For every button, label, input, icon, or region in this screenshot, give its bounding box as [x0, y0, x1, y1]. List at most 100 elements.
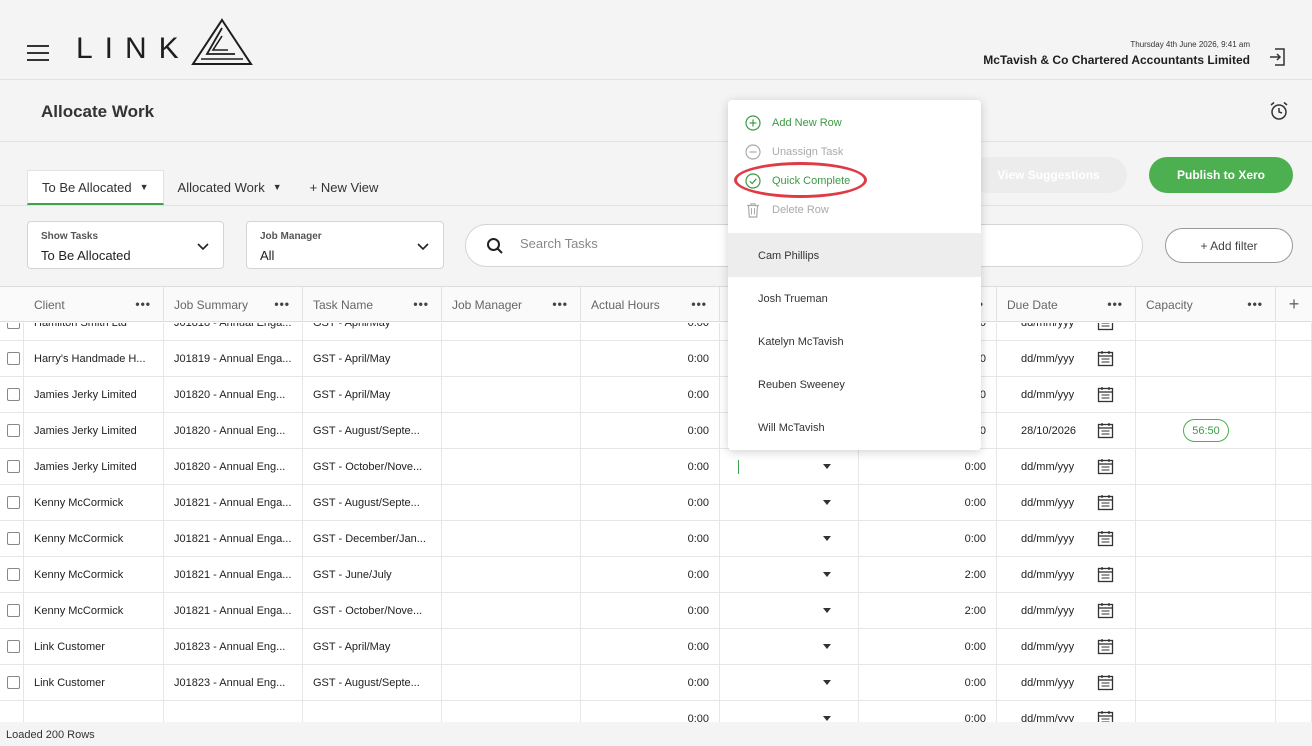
due-date-cell[interactable]: dd/mm/yyy	[997, 629, 1136, 665]
job-summary-cell[interactable]: J01820 - Annual Eng...	[164, 449, 303, 485]
logout-icon[interactable]	[1267, 46, 1289, 68]
add-column-icon[interactable]: +	[1276, 287, 1312, 322]
assignee-dropdown-caret-icon[interactable]	[823, 680, 831, 685]
row-checkbox[interactable]	[7, 460, 20, 473]
add-new-row-menu-item[interactable]: Add New Row	[745, 114, 842, 132]
client-cell[interactable]: Jamies Jerky Limited	[24, 377, 164, 413]
task-name-cell[interactable]: GST - April/May	[303, 341, 442, 377]
job-summary-cell[interactable]: J01821 - Annual Enga...	[164, 485, 303, 521]
table-row[interactable]: Harry's Handmade H... J01819 - Annual Eng…	[0, 341, 1312, 377]
table-row[interactable]: Jamies Jerky Limited J01820 - Annual Eng.…	[0, 449, 1312, 485]
task-name-cell[interactable]: GST - October/Nove...	[303, 449, 442, 485]
budget-hours-cell[interactable]: 0:00	[859, 665, 997, 701]
calendar-icon[interactable]	[1097, 638, 1114, 655]
job-manager-cell[interactable]	[442, 413, 581, 449]
row-checkbox[interactable]	[7, 424, 20, 437]
column-menu-icon[interactable]: •••	[1107, 297, 1123, 311]
client-cell[interactable]: Kenny McCormick	[24, 485, 164, 521]
budget-hours-cell[interactable]: 2:00	[859, 557, 997, 593]
assignee-cell[interactable]	[720, 485, 859, 521]
assignee-option[interactable]: Cam Phillips	[728, 234, 981, 277]
due-date-cell[interactable]: 28/10/2026	[997, 413, 1136, 449]
due-date-cell[interactable]: dd/mm/yyy	[997, 377, 1136, 413]
assignee-dropdown-caret-icon[interactable]	[823, 464, 831, 469]
client-cell[interactable]: Kenny McCormick	[24, 557, 164, 593]
row-checkbox[interactable]	[7, 676, 20, 689]
table-row[interactable]: Kenny McCormick J01821 - Annual Enga... GS…	[0, 593, 1312, 629]
calendar-icon[interactable]	[1097, 566, 1114, 583]
job-manager-cell[interactable]	[442, 485, 581, 521]
due-date-cell[interactable]: dd/mm/yyy	[997, 701, 1136, 722]
job-manager-cell[interactable]	[442, 323, 581, 341]
calendar-icon[interactable]	[1097, 602, 1114, 619]
row-checkbox[interactable]	[7, 388, 20, 401]
calendar-icon[interactable]	[1097, 323, 1114, 331]
column-menu-icon[interactable]: •••	[413, 297, 429, 311]
row-checkbox[interactable]	[7, 352, 20, 365]
column-menu-icon[interactable]: •••	[135, 297, 151, 311]
row-checkbox[interactable]	[7, 604, 20, 617]
calendar-icon[interactable]	[1097, 674, 1114, 691]
row-checkbox[interactable]	[7, 640, 20, 653]
job-summary-cell[interactable]: J01821 - Annual Enga...	[164, 521, 303, 557]
table-row[interactable]: Link Customer J01823 - Annual Eng... GST -…	[0, 665, 1312, 701]
job-manager-select[interactable]: Job Manager All	[246, 221, 444, 269]
client-cell[interactable]: Kenny McCormick	[24, 521, 164, 557]
due-date-cell[interactable]: dd/mm/yyy	[997, 665, 1136, 701]
assignee-cell[interactable]	[720, 701, 859, 722]
column-menu-icon[interactable]: •••	[1247, 297, 1263, 311]
client-cell[interactable]: Jamies Jerky Limited	[24, 449, 164, 485]
client-cell[interactable]: Hamilton Smith Ltd	[24, 323, 164, 341]
assignee-cell[interactable]	[720, 665, 859, 701]
column-header-capacity[interactable]: Capacity •••	[1136, 287, 1276, 322]
table-row[interactable]: 0:00 0:00 dd/mm/yyy	[0, 701, 1312, 722]
budget-hours-cell[interactable]: 0:00	[859, 629, 997, 665]
column-header-client[interactable]: Client •••	[24, 287, 164, 322]
due-date-cell[interactable]: dd/mm/yyy	[997, 557, 1136, 593]
table-row[interactable]: Kenny McCormick J01821 - Annual Enga... GS…	[0, 521, 1312, 557]
actual-hours-cell[interactable]: 0:00	[581, 701, 720, 722]
calendar-icon[interactable]	[1097, 458, 1114, 475]
hamburger-menu-icon[interactable]	[27, 45, 49, 61]
column-menu-icon[interactable]: •••	[274, 297, 290, 311]
budget-hours-cell[interactable]: 0:00	[859, 449, 997, 485]
budget-hours-cell[interactable]: 0:00	[859, 701, 997, 722]
task-name-cell[interactable]: GST - April/May	[303, 629, 442, 665]
task-name-cell[interactable]: GST - December/Jan...	[303, 521, 442, 557]
actual-hours-cell[interactable]: 0:00	[581, 521, 720, 557]
due-date-cell[interactable]: dd/mm/yyy	[997, 449, 1136, 485]
actual-hours-cell[interactable]: 0:00	[581, 449, 720, 485]
assignee-dropdown-caret-icon[interactable]	[823, 608, 831, 613]
job-summary-cell[interactable]	[164, 701, 303, 722]
due-date-cell[interactable]: dd/mm/yyy	[997, 521, 1136, 557]
column-header-actual-hours[interactable]: Actual Hours •••	[581, 287, 720, 322]
table-row[interactable]: Kenny McCormick J01821 - Annual Enga... GS…	[0, 557, 1312, 593]
table-row[interactable]: Link Customer J01823 - Annual Eng... GST -…	[0, 629, 1312, 665]
tab-allocated-work[interactable]: Allocated Work ▼	[164, 170, 296, 204]
job-summary-cell[interactable]: J01820 - Annual Eng...	[164, 413, 303, 449]
assignee-cell[interactable]	[720, 557, 859, 593]
row-checkbox[interactable]	[7, 323, 20, 329]
search-input[interactable]	[520, 236, 720, 251]
table-row[interactable]: Jamies Jerky Limited J01820 - Annual Eng.…	[0, 413, 1312, 449]
assignee-cell[interactable]	[720, 521, 859, 557]
view-suggestions-button[interactable]: View Suggestions	[970, 157, 1127, 193]
table-row[interactable]: Hamilton Smith Ltd J01818 - Annual Enga..…	[0, 323, 1312, 341]
unassign-task-menu-item[interactable]: Unassign Task	[745, 143, 843, 161]
publish-to-xero-button[interactable]: Publish to Xero	[1149, 157, 1293, 193]
client-cell[interactable]: Kenny McCormick	[24, 593, 164, 629]
assignee-cell[interactable]	[720, 449, 859, 485]
show-tasks-select[interactable]: Show Tasks To Be Allocated	[27, 221, 224, 269]
calendar-icon[interactable]	[1097, 494, 1114, 511]
job-manager-cell[interactable]	[442, 701, 581, 722]
task-name-cell[interactable]: GST - April/May	[303, 377, 442, 413]
client-cell[interactable]: Link Customer	[24, 665, 164, 701]
alarm-clock-icon[interactable]	[1268, 100, 1290, 122]
job-summary-cell[interactable]: J01821 - Annual Enga...	[164, 593, 303, 629]
client-cell[interactable]: Harry's Handmade H...	[24, 341, 164, 377]
task-name-cell[interactable]: GST - August/Septe...	[303, 665, 442, 701]
actual-hours-cell[interactable]: 0:00	[581, 323, 720, 341]
due-date-cell[interactable]: dd/mm/yyy	[997, 485, 1136, 521]
job-manager-cell[interactable]	[442, 449, 581, 485]
table-row[interactable]: Kenny McCormick J01821 - Annual Enga... GS…	[0, 485, 1312, 521]
